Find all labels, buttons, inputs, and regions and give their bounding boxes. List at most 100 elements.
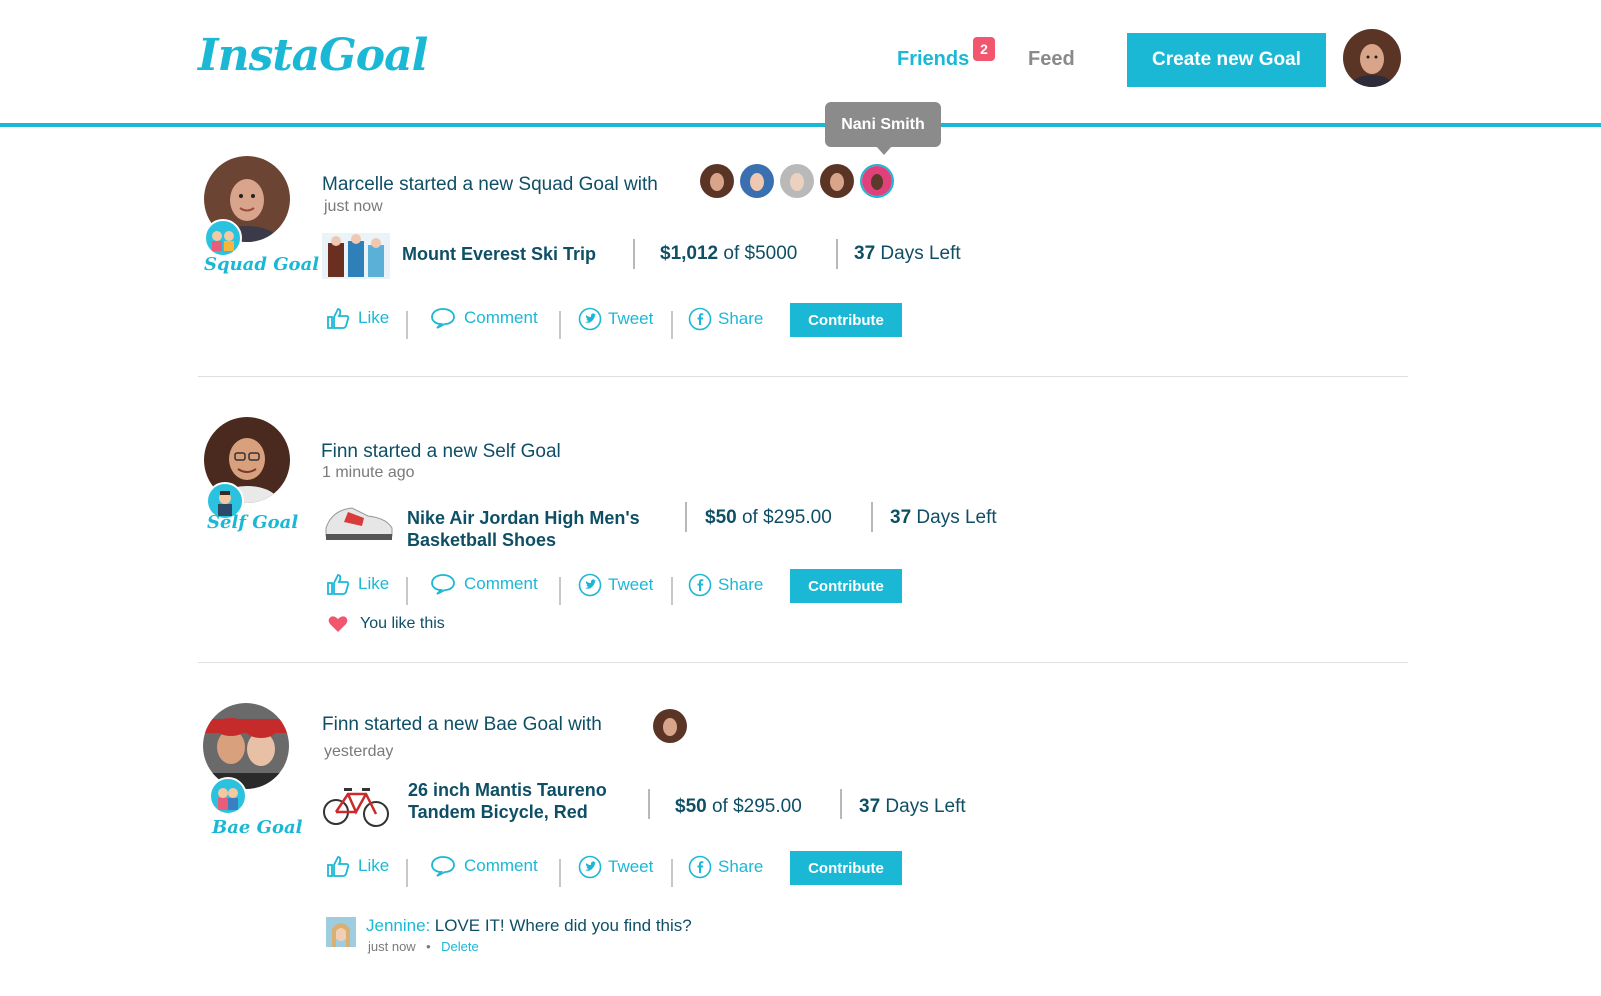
comment-author[interactable]: Jennine: xyxy=(366,916,430,935)
share-button[interactable]: Share xyxy=(688,573,763,597)
squad-member-avatar[interactable] xyxy=(740,164,774,198)
days-left: 37 Days Left xyxy=(890,507,997,529)
like-label: Like xyxy=(358,574,390,593)
days-left: 37 Days Left xyxy=(854,243,961,265)
amount-target: of $295.00 xyxy=(741,507,832,528)
squad-member-avatar[interactable] xyxy=(700,164,734,198)
goal-type-label: Bae Goal xyxy=(212,817,303,838)
divider xyxy=(633,239,635,269)
comment-label: Comment xyxy=(464,574,538,593)
squad-member-avatar[interactable] xyxy=(780,164,814,198)
comment-button[interactable]: Comment xyxy=(430,307,538,329)
comment-label: Comment xyxy=(464,308,538,327)
post-title: Marcelle started a new Squad Goal with xyxy=(322,174,658,195)
goal-type-label: Squad Goal xyxy=(204,254,320,275)
facebook-icon xyxy=(688,307,712,331)
divider xyxy=(559,311,561,339)
share-button[interactable]: Share xyxy=(688,307,763,331)
thumbs-up-icon xyxy=(327,856,350,877)
comment-bubble-icon xyxy=(431,308,455,329)
divider xyxy=(836,239,838,269)
create-goal-button[interactable]: Create new Goal xyxy=(1127,33,1326,87)
amount-target: of $295.00 xyxy=(711,796,802,817)
days-left-label: Days Left xyxy=(916,507,997,528)
tweet-label: Tweet xyxy=(608,575,654,594)
bae-goal-icon xyxy=(209,777,247,815)
bae-partner-avatar[interactable] xyxy=(653,709,687,743)
goal-name-line: Nike Air Jordan High Men's xyxy=(407,508,640,528)
goal-progress: $50 of $295.00 xyxy=(705,507,832,529)
days-left-label: Days Left xyxy=(880,243,961,264)
days-count: 37 xyxy=(890,507,912,528)
contribute-button[interactable]: Contribute xyxy=(790,303,902,337)
divider xyxy=(559,859,561,887)
twitter-icon xyxy=(578,307,602,331)
post-title: Finn started a new Self Goal xyxy=(321,441,561,462)
comment-button[interactable]: Comment xyxy=(430,855,538,877)
tweet-label: Tweet xyxy=(608,309,654,328)
divider xyxy=(671,311,673,339)
days-count: 37 xyxy=(859,796,881,817)
comment-button[interactable]: Comment xyxy=(430,573,538,595)
share-label: Share xyxy=(718,575,764,594)
like-button[interactable]: Like xyxy=(326,573,389,595)
goal-name[interactable]: Mount Everest Ski Trip xyxy=(402,243,596,265)
thumbs-up-icon xyxy=(327,308,350,329)
app-logo[interactable]: InstaGoal xyxy=(198,30,428,81)
facebook-icon xyxy=(688,573,712,597)
contribute-button[interactable]: Contribute xyxy=(790,569,902,603)
goal-name[interactable]: Nike Air Jordan High Men's Basketball Sh… xyxy=(407,507,640,551)
days-left-label: Days Left xyxy=(885,796,966,817)
squad-member-avatar-highlighted[interactable] xyxy=(860,164,894,198)
goal-name-line: Tandem Bicycle, Red xyxy=(408,802,588,822)
divider xyxy=(671,577,673,605)
tweet-button[interactable]: Tweet xyxy=(578,307,653,331)
like-button[interactable]: Like xyxy=(326,855,389,877)
commenter-avatar[interactable] xyxy=(326,917,356,947)
comment-label: Comment xyxy=(464,856,538,875)
goal-type-label: Self Goal xyxy=(207,512,299,533)
post-timestamp: yesterday xyxy=(324,743,394,760)
goal-name[interactable]: 26 inch Mantis Taureno Tandem Bicycle, R… xyxy=(408,779,607,823)
tweet-button[interactable]: Tweet xyxy=(578,573,653,597)
nav-feed-link[interactable]: Feed xyxy=(1028,48,1075,71)
share-label: Share xyxy=(718,857,764,876)
amount-raised: $1,012 xyxy=(660,243,719,264)
days-count: 37 xyxy=(854,243,876,264)
divider xyxy=(840,789,842,819)
post-title: Finn started a new Bae Goal with xyxy=(322,714,602,735)
contribute-button[interactable]: Contribute xyxy=(790,851,902,885)
post-divider xyxy=(198,662,1408,663)
comment-timestamp: just now xyxy=(368,939,416,954)
post-actions: Like Comment Tweet Share Contribute xyxy=(326,851,906,891)
twitter-icon xyxy=(578,855,602,879)
goal-thumbnail[interactable] xyxy=(322,233,390,279)
comment-meta: just now • Delete xyxy=(368,938,479,956)
nav-friends-link[interactable]: Friends xyxy=(897,48,969,71)
goal-name-line: Basketball Shoes xyxy=(407,530,557,550)
share-button[interactable]: Share xyxy=(688,855,763,879)
divider xyxy=(871,502,873,532)
divider xyxy=(685,502,687,532)
post-actions: Like Comment Tweet Share Contribute xyxy=(326,569,906,609)
like-button[interactable]: Like xyxy=(326,307,389,329)
goal-thumbnail[interactable] xyxy=(322,498,396,546)
amount-raised: $50 xyxy=(705,507,737,528)
comment-bubble-icon xyxy=(431,856,455,877)
post-author-avatar[interactable] xyxy=(203,703,289,789)
days-left: 37 Days Left xyxy=(859,796,966,818)
goal-thumbnail[interactable] xyxy=(322,778,390,830)
user-avatar[interactable] xyxy=(1343,29,1401,87)
divider xyxy=(406,859,408,887)
heart-icon xyxy=(328,616,348,632)
squad-member-avatar[interactable] xyxy=(820,164,854,198)
facebook-icon xyxy=(688,855,712,879)
delete-comment-link[interactable]: Delete xyxy=(441,939,479,954)
squad-member-avatars xyxy=(700,164,894,198)
tweet-button[interactable]: Tweet xyxy=(578,855,653,879)
tooltip-arrow xyxy=(876,146,892,155)
comment-text: LOVE IT! Where did you find this? xyxy=(434,916,692,935)
comment-bubble-icon xyxy=(431,574,455,595)
header-divider xyxy=(0,123,1601,127)
friends-notification-badge: 2 xyxy=(973,37,995,61)
